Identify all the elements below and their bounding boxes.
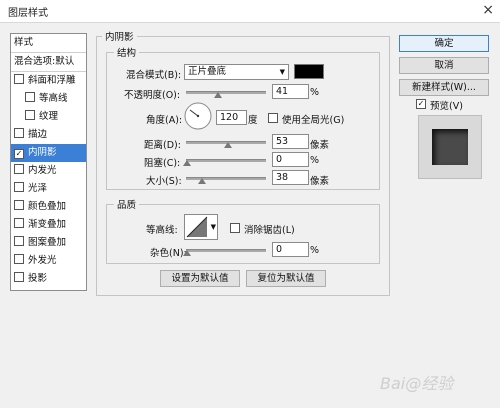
style-item-label: 外发光 — [28, 255, 57, 266]
style-item-gradient-overlay[interactable]: 渐变叠加 — [11, 216, 89, 234]
style-preview-swatch — [432, 129, 468, 165]
style-item-label: 内发光 — [28, 165, 57, 176]
window-title: 图层样式 — [8, 8, 48, 19]
style-list: 样式 混合选项:默认 斜面和浮雕 等高线 纹理 描边 ✓ 内阴影 内发光 光泽 颜… — [10, 33, 87, 291]
style-item-pattern-overlay[interactable]: 图案叠加 — [11, 234, 89, 252]
choke-slider[interactable] — [186, 159, 266, 162]
distance-slider-thumb[interactable] — [224, 142, 232, 148]
checkbox-checked[interactable]: ✓ — [14, 149, 24, 159]
distance-label: 距离(D): — [144, 140, 181, 151]
style-item-contour[interactable]: 等高线 — [11, 90, 100, 108]
shadow-color-swatch[interactable] — [294, 64, 324, 79]
chevron-down-icon: ▼ — [279, 68, 285, 76]
angle-dial-icon — [184, 102, 212, 130]
checkbox[interactable] — [25, 110, 35, 120]
opacity-label: 不透明度(O): — [124, 90, 181, 101]
choke-label: 阻塞(C): — [144, 158, 181, 169]
choke-input[interactable]: 0 — [272, 152, 309, 167]
global-light-checkbox[interactable] — [268, 113, 278, 123]
style-item-texture[interactable]: 纹理 — [11, 108, 100, 126]
noise-slider-thumb[interactable] — [183, 250, 191, 256]
noise-label: 杂色(N): — [150, 248, 187, 259]
checkbox[interactable] — [25, 92, 35, 102]
antialias-checkbox[interactable] — [230, 223, 240, 233]
structure-title: 结构 — [114, 45, 140, 59]
opacity-input[interactable]: 41 — [272, 84, 309, 99]
checkbox[interactable] — [14, 74, 24, 84]
layer-style-dialog: 图层样式 × 样式 混合选项:默认 斜面和浮雕 等高线 纹理 描边 ✓ 内阴影 内… — [0, 0, 500, 408]
contour-picker[interactable]: ▼ — [184, 214, 218, 240]
size-unit: 像素 — [310, 176, 330, 187]
opacity-percent: % — [310, 87, 320, 98]
antialias-label: 消除锯齿(L) — [244, 225, 295, 236]
ok-button[interactable]: 确定 — [399, 35, 489, 52]
noise-percent: % — [310, 245, 320, 256]
watermark-logo: Bai@经验 — [380, 374, 454, 393]
style-item-label: 描边 — [28, 129, 48, 140]
size-label: 大小(S): — [146, 176, 182, 187]
style-list-header[interactable]: 样式 — [11, 34, 86, 53]
cancel-button[interactable]: 取消 — [399, 57, 489, 74]
global-light-label: 使用全局光(G) — [282, 115, 345, 126]
size-slider-thumb[interactable] — [198, 178, 206, 184]
reset-default-button[interactable]: 复位为默认值 — [246, 270, 326, 287]
style-item-drop-shadow[interactable]: 投影 — [11, 270, 89, 288]
quality-title: 品质 — [114, 197, 140, 211]
opacity-slider-thumb[interactable] — [214, 92, 222, 98]
opacity-slider[interactable] — [186, 91, 266, 94]
distance-unit: 像素 — [310, 140, 330, 151]
blend-mode-select[interactable]: 正片叠底 ▼ — [184, 64, 289, 80]
set-default-button[interactable]: 设置为默认值 — [160, 270, 240, 287]
checkbox[interactable] — [14, 272, 24, 282]
preview-label: 预览(V) — [430, 101, 463, 112]
close-icon[interactable]: × — [482, 2, 494, 18]
style-item-label: 内阴影 — [28, 147, 57, 158]
style-preview — [418, 115, 482, 179]
style-item-inner-shadow[interactable]: ✓ 内阴影 — [11, 144, 86, 162]
style-item-satin[interactable]: 光泽 — [11, 180, 89, 198]
style-item-color-overlay[interactable]: 颜色叠加 — [11, 198, 89, 216]
angle-degree: 度 — [248, 115, 258, 126]
blend-mode-value: 正片叠底 — [188, 66, 227, 77]
preview-checkbox[interactable]: ✓ — [416, 99, 426, 109]
style-item-label: 图案叠加 — [28, 237, 67, 248]
noise-input[interactable]: 0 — [272, 242, 309, 257]
size-input[interactable]: 38 — [272, 170, 309, 185]
style-item-label: 颜色叠加 — [28, 201, 67, 212]
checkbox[interactable] — [14, 128, 24, 138]
new-style-button[interactable]: 新建样式(W)... — [399, 79, 489, 96]
contour-linear-icon — [186, 216, 208, 238]
choke-slider-thumb[interactable] — [183, 160, 191, 166]
style-item-label: 斜面和浮雕 — [28, 75, 76, 86]
inner-shadow-title: 内阴影 — [102, 29, 137, 43]
style-item-label: 渐变叠加 — [28, 219, 67, 230]
noise-slider[interactable] — [186, 249, 266, 252]
angle-dial[interactable] — [184, 102, 212, 130]
angle-input[interactable]: 120 — [216, 110, 247, 125]
style-item-label: 等高线 — [39, 93, 68, 104]
blending-options[interactable]: 混合选项:默认 — [11, 53, 86, 72]
style-item-label: 纹理 — [39, 111, 59, 122]
angle-label: 角度(A): — [146, 115, 183, 126]
title-bar: 图层样式 × — [0, 0, 500, 23]
choke-percent: % — [310, 155, 320, 166]
contour-label: 等高线: — [146, 225, 178, 236]
checkbox[interactable] — [14, 164, 24, 174]
checkbox[interactable] — [14, 182, 24, 192]
style-item-stroke[interactable]: 描边 — [11, 126, 89, 144]
checkbox[interactable] — [14, 218, 24, 228]
style-item-outer-glow[interactable]: 外发光 — [11, 252, 89, 270]
style-item-label: 光泽 — [28, 183, 48, 194]
checkbox[interactable] — [14, 200, 24, 210]
checkbox[interactable] — [14, 236, 24, 246]
style-item-label: 投影 — [28, 273, 48, 284]
style-item-inner-glow[interactable]: 内发光 — [11, 162, 89, 180]
distance-input[interactable]: 53 — [272, 134, 309, 149]
blend-mode-label: 混合模式(B): — [126, 70, 182, 81]
style-item-bevel-emboss[interactable]: 斜面和浮雕 — [11, 72, 89, 90]
chevron-down-icon: ▼ — [210, 223, 216, 231]
checkbox[interactable] — [14, 254, 24, 264]
